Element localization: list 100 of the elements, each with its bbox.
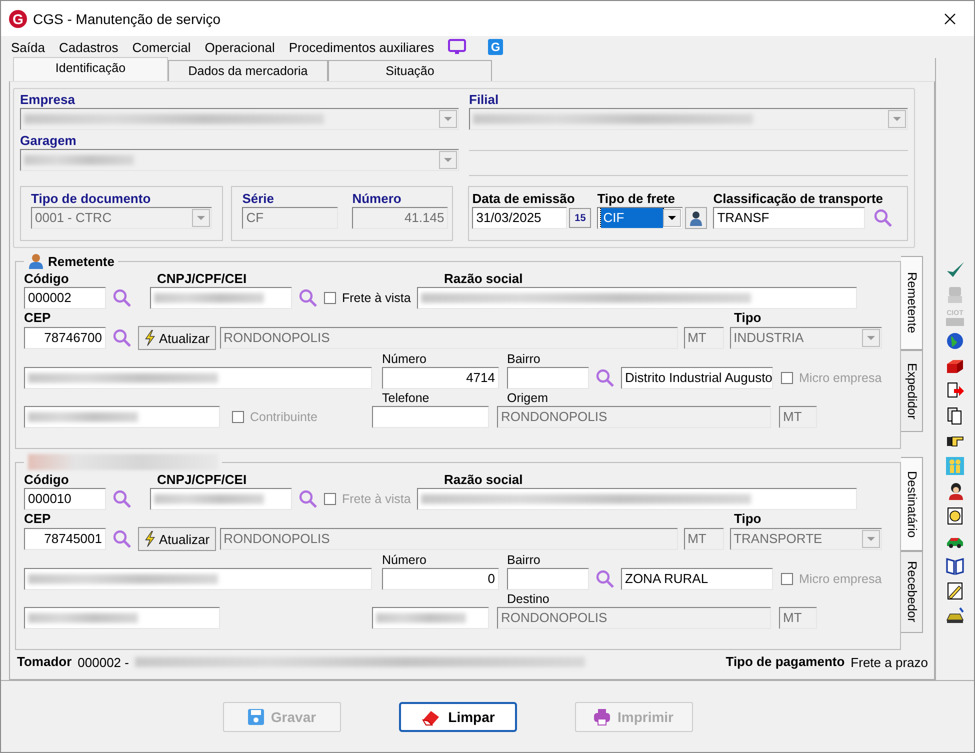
field-label: Empresa	[20, 92, 76, 108]
field-label: Código	[24, 472, 70, 488]
monitor-icon[interactable]	[448, 39, 466, 55]
state-field[interactable]: MT	[779, 406, 817, 428]
address-field[interactable]	[24, 367, 372, 389]
search-icon[interactable]	[112, 328, 132, 348]
checkbox[interactable]: Frete à vista	[324, 291, 411, 305]
side-tab[interactable]: Remetente	[901, 256, 923, 350]
field-label: Número	[382, 552, 428, 568]
search-icon[interactable]	[873, 208, 894, 228]
city-field[interactable]: RONDONOPOLIS	[220, 528, 678, 550]
side-tab[interactable]: Destinatário	[901, 457, 923, 551]
people-icon[interactable]	[945, 456, 965, 476]
field-label: Tipo de frete	[597, 191, 676, 207]
field-label: Bairro	[507, 351, 540, 367]
text-field[interactable]	[24, 607, 220, 629]
text-field[interactable]: 0	[382, 568, 499, 590]
text-field[interactable]: TRANSF	[713, 207, 866, 229]
menu-item[interactable]: Operacional	[204, 40, 275, 54]
text-field[interactable]: 78746700	[24, 327, 106, 349]
search-icon[interactable]	[595, 368, 615, 388]
edit-document-icon[interactable]	[945, 581, 965, 601]
search-icon[interactable]	[112, 489, 132, 509]
field-label: Origem	[507, 390, 548, 406]
field-label: Número	[352, 191, 402, 207]
field-label: CNPJ/CPF/CEI	[157, 472, 248, 488]
payer-value: 000002 -	[78, 654, 129, 670]
caret-icon	[444, 117, 452, 121]
group-title: Remetente	[48, 254, 114, 268]
field-label: Telefone	[382, 390, 430, 406]
person-icon	[28, 253, 44, 269]
tab[interactable]: Situação	[328, 60, 492, 81]
state-field[interactable]: MT	[684, 528, 724, 550]
side-tab[interactable]: Expedidor	[901, 350, 923, 432]
field-label: Razão social	[444, 472, 523, 488]
text-field[interactable]: 78745001	[24, 528, 106, 550]
phone-field[interactable]	[372, 607, 489, 629]
lightning-icon	[144, 330, 156, 346]
address-field[interactable]	[24, 568, 372, 590]
book-icon[interactable]	[945, 556, 965, 576]
text-field[interactable]	[150, 488, 292, 510]
phone-field[interactable]	[372, 406, 489, 428]
text-field[interactable]: 000002	[24, 287, 106, 309]
dropdown-field[interactable]	[469, 108, 908, 130]
person-button[interactable]	[685, 207, 708, 229]
district-field[interactable]: Distrito Industrial Augusto	[621, 367, 773, 389]
tab[interactable]: Identificação	[13, 57, 168, 81]
tab[interactable]: Dados da mercadoria	[168, 60, 328, 81]
caret-icon	[197, 216, 205, 220]
search-icon[interactable]	[112, 529, 132, 549]
caret-icon	[866, 537, 875, 541]
payment-value: Frete a prazo	[850, 654, 928, 670]
field-label: Destino	[507, 591, 550, 607]
search-icon[interactable]	[298, 489, 318, 509]
district-field[interactable]: ZONA RURAL	[621, 568, 773, 590]
close-icon[interactable]	[944, 12, 956, 24]
field-label: Número	[382, 351, 428, 367]
text-field[interactable]: 000010	[24, 488, 106, 510]
date-field[interactable]: 31/03/2025	[472, 207, 568, 229]
caret-icon	[866, 336, 875, 340]
field-label: Bairro	[507, 552, 540, 568]
text-field[interactable]	[507, 568, 589, 590]
city-field[interactable]: RONDONOPOLIS	[497, 406, 771, 428]
menu-item[interactable]: Cadastros	[58, 40, 118, 54]
dropdown-field[interactable]	[20, 149, 459, 171]
field-label: Filial	[469, 92, 500, 108]
printer-icon	[593, 708, 612, 726]
action-button[interactable]: Limpar	[398, 702, 516, 732]
calendar-button[interactable]: 15	[569, 208, 592, 228]
state-field[interactable]: MT	[684, 327, 724, 349]
text-field[interactable]	[150, 287, 292, 309]
text-field[interactable]	[507, 367, 589, 389]
search-icon[interactable]	[595, 569, 615, 589]
text-field[interactable]	[416, 488, 857, 510]
text-field[interactable]: 4714	[382, 367, 499, 389]
text-field[interactable]	[24, 406, 220, 428]
menu-item[interactable]: Comercial	[132, 40, 191, 54]
field-label: Razão social	[444, 271, 523, 287]
update-button[interactable]: Atualizar	[138, 326, 216, 350]
notes-icon[interactable]	[945, 506, 965, 526]
menu-item[interactable]: Saída	[11, 40, 45, 54]
city-field[interactable]: RONDONOPOLIS	[220, 327, 678, 349]
menu-item[interactable]: Procedimentos auxiliares	[288, 40, 434, 54]
field-label: CEP	[24, 511, 52, 527]
search-icon[interactable]	[298, 288, 318, 308]
update-button[interactable]: Atualizar	[138, 527, 216, 551]
caret-icon	[444, 158, 452, 162]
side-tab[interactable]: Recebedor	[901, 551, 923, 633]
text-field[interactable]	[416, 287, 857, 309]
caret-icon	[668, 216, 676, 220]
lightning-icon	[144, 531, 156, 547]
field-label: CNPJ/CPF/CEI	[157, 271, 248, 287]
state-field[interactable]: MT	[779, 607, 817, 629]
dropdown-field[interactable]	[20, 108, 459, 130]
field-label: Tipo	[734, 310, 762, 326]
globe-icon[interactable]	[945, 331, 965, 351]
search-icon[interactable]	[112, 288, 132, 308]
app-logo[interactable]: G	[488, 39, 504, 55]
dropdown-field[interactable]: CIF	[597, 207, 684, 229]
city-field[interactable]: RONDONOPOLIS	[497, 607, 771, 629]
